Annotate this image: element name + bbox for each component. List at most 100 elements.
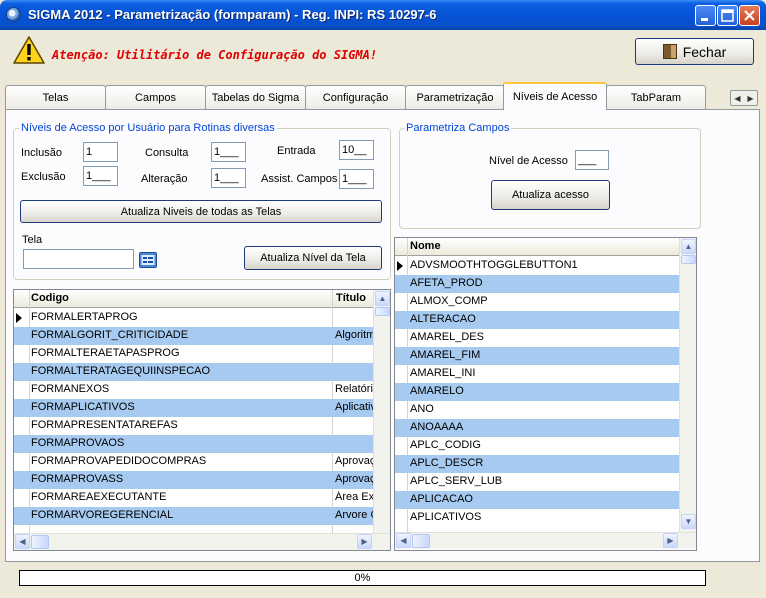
- scroll-thumb[interactable]: [681, 255, 696, 264]
- codigo-cell: FORMALTERAETAPASPROG: [31, 347, 180, 359]
- table-row[interactable]: FORMALERTAPROG: [14, 309, 373, 327]
- table-row[interactable]: APLC_SERV_LUB: [395, 473, 679, 491]
- table-row[interactable]: FORMANEXOS Relatóri: [14, 381, 373, 399]
- tela-input[interactable]: [23, 249, 134, 269]
- close-window-button[interactable]: [739, 5, 760, 26]
- table-row[interactable]: APLC_CODIG: [395, 437, 679, 455]
- table-row[interactable]: FORMAPROVAPEDIDOCOMPRAS Aprovaç: [14, 453, 373, 471]
- fechar-label: Fechar: [682, 43, 727, 60]
- table-row[interactable]: ADVSMOOTHTOGGLEBUTTON1: [395, 257, 679, 275]
- table-row[interactable]: FORMAPROVASS Aprovaç: [14, 471, 373, 489]
- nome-cell: ADVSMOOTHTOGGLEBUTTON1: [410, 259, 578, 271]
- table-row[interactable]: APLICACAO: [395, 491, 679, 509]
- table-row[interactable]: AFETA_PROD: [395, 275, 679, 293]
- warning-message: Atenção: Utilitário de Configuração do S…: [52, 48, 378, 62]
- scroll-up-icon[interactable]: ▲: [375, 291, 390, 306]
- tab-tabelas-do-sigma[interactable]: Tabelas do Sigma: [205, 85, 306, 109]
- assist-campos-input[interactable]: 1___: [339, 169, 374, 189]
- tab-scroll-left-icon[interactable]: ◀: [734, 94, 740, 103]
- table-row[interactable]: FORMAREAEXECUTANTE Área Ex: [14, 489, 373, 507]
- titulo-cell: Algoritm: [335, 329, 373, 341]
- nome-cell: AMAREL_FIM: [410, 349, 481, 361]
- tab-niveis-de-acesso[interactable]: Níveis de Acesso: [503, 82, 607, 110]
- table-row[interactable]: AMARELO: [395, 383, 679, 401]
- scroll-thumb[interactable]: [31, 535, 49, 549]
- nivel-acesso-input[interactable]: ___: [575, 150, 609, 170]
- door-icon: [662, 44, 677, 59]
- row-indicator-icon: [397, 261, 403, 271]
- tab-tabparam[interactable]: TabParam: [606, 85, 706, 109]
- table-row[interactable]: ANO: [395, 401, 679, 419]
- fechar-button[interactable]: Fechar: [635, 38, 754, 65]
- fields-grid-vscroll[interactable]: ▲ ▼: [679, 238, 696, 532]
- minimize-button[interactable]: [695, 5, 716, 26]
- table-row[interactable]: APLC_DESCR: [395, 455, 679, 473]
- scroll-left-icon[interactable]: ◀: [396, 533, 411, 548]
- app-icon[interactable]: [6, 7, 21, 22]
- scroll-left-icon[interactable]: ◀: [15, 534, 30, 549]
- fields-grid-hscroll[interactable]: ◀ ▶: [395, 532, 696, 549]
- warning-icon: [13, 36, 45, 64]
- nome-cell: AMAREL_DES: [410, 331, 484, 343]
- update-screen-level-button[interactable]: Atualiza Nível da Tela: [244, 246, 382, 270]
- tab-configuracao[interactable]: Configuração: [305, 85, 406, 109]
- scroll-down-icon[interactable]: ▼: [681, 514, 696, 529]
- exclusao-input[interactable]: 1___: [83, 166, 118, 186]
- tab-scroll-right-icon[interactable]: ▶: [747, 94, 753, 103]
- table-row[interactable]: AMAREL_FIM: [395, 347, 679, 365]
- table-row[interactable]: FORMARVOREGERENCIAL Arvore G: [14, 507, 373, 525]
- table-row[interactable]: FORMAPROVAOS: [14, 435, 373, 453]
- forms-grid-vscroll[interactable]: ▲: [373, 290, 390, 533]
- table-row[interactable]: FORMAPLICATIVOS Aplicativ: [14, 399, 373, 417]
- codigo-cell: FORMAREAEXECUTANTE: [31, 491, 167, 503]
- table-row[interactable]: FORMAPRESENTATAREFAS: [14, 417, 373, 435]
- table-row[interactable]: AMAREL_INI: [395, 365, 679, 383]
- table-row[interactable]: APLICATIVOS: [395, 509, 679, 527]
- codigo-column-header[interactable]: Codigo: [31, 292, 69, 304]
- table-row[interactable]: FORMALTERATAGEQUIINSPECAO: [14, 363, 373, 381]
- inclusao-input[interactable]: 1: [83, 142, 118, 162]
- entrada-input[interactable]: 10__: [339, 140, 374, 160]
- maximize-button[interactable]: [717, 5, 738, 26]
- update-all-screens-button[interactable]: Atualiza Niveis de todas as Telas: [20, 200, 382, 223]
- table-row[interactable]: AMAREL_DES: [395, 329, 679, 347]
- table-row[interactable]: ALTERACAO: [395, 311, 679, 329]
- scroll-right-icon[interactable]: ▶: [357, 534, 372, 549]
- nivel-acesso-label: Nível de Acesso: [489, 155, 568, 167]
- fields-grid[interactable]: Nome ADVSMOOTHTOGGLEBUTTON1 AFETA_PROD ALM…: [394, 237, 697, 551]
- fields-grid-header: Nome: [395, 238, 679, 256]
- nome-cell: APLC_CODIG: [410, 439, 481, 451]
- codigo-cell: FORMALERTAPROG: [31, 311, 138, 323]
- nome-cell: ANO: [410, 403, 434, 415]
- titulo-cell: Arvore G: [335, 509, 373, 521]
- nome-cell: APLC_SERV_LUB: [410, 475, 503, 487]
- close-icon: [744, 10, 755, 21]
- tab-label: Campos: [135, 91, 176, 104]
- forms-grid-hscroll[interactable]: ◀ ▶: [14, 533, 390, 550]
- table-row[interactable]: FORMALTERAETAPASPROG: [14, 345, 373, 363]
- nome-column-header[interactable]: Nome: [410, 240, 441, 252]
- tab-campos[interactable]: Campos: [105, 85, 206, 109]
- tab-scroll-buttons[interactable]: ◀ ▶: [730, 90, 758, 106]
- update-access-button[interactable]: Atualiza acesso: [491, 180, 610, 210]
- table-row[interactable]: ANOAAAA: [395, 419, 679, 437]
- tab-parametrizacao[interactable]: Parametrização: [405, 85, 505, 109]
- titulo-column-header[interactable]: Título: [336, 292, 366, 304]
- table-row[interactable]: ALMOX_COMP: [395, 293, 679, 311]
- scroll-right-icon[interactable]: ▶: [663, 533, 678, 548]
- window-title: SIGMA 2012 - Parametrização (formparam) …: [28, 7, 437, 22]
- table-row[interactable]: FORMALGORIT_CRITICIDADE Algoritm: [14, 327, 373, 345]
- consulta-label: Consulta: [145, 147, 189, 159]
- scroll-thumb[interactable]: [375, 307, 390, 316]
- progress-bar: 0%: [19, 570, 706, 586]
- scroll-thumb[interactable]: [412, 534, 430, 548]
- scroll-up-icon[interactable]: ▲: [681, 239, 696, 254]
- consulta-input[interactable]: 1___: [211, 142, 246, 162]
- tab-telas[interactable]: Telas: [5, 85, 106, 109]
- progress-label: 0%: [354, 572, 371, 584]
- minimize-icon: [701, 18, 708, 21]
- alteracao-input[interactable]: 1___: [211, 168, 246, 188]
- screen-lookup-icon[interactable]: [139, 252, 157, 268]
- forms-grid[interactable]: Codigo Título FORMALERTAPROG FORMALGORIT_…: [13, 289, 391, 551]
- param-fields-title: Parametriza Campos: [404, 122, 512, 134]
